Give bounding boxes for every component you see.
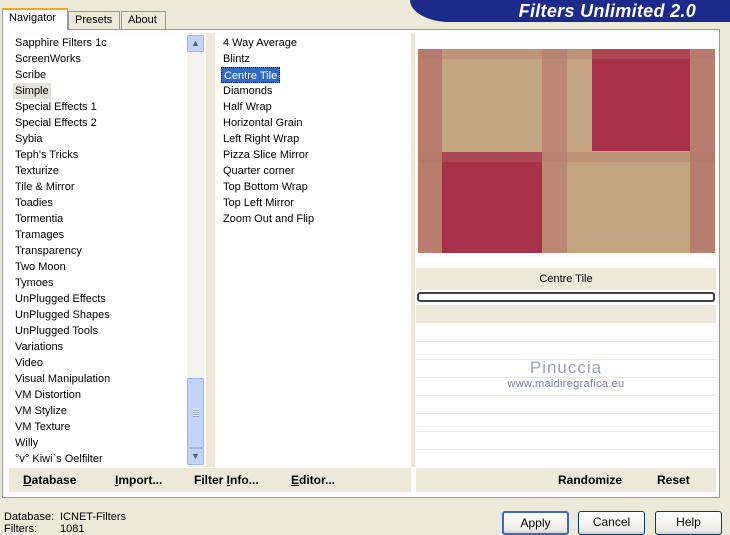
category-list[interactable]: Sapphire Filters 1c ScreenWorks Scribe Simp… xyxy=(9,33,205,467)
tab-about[interactable]: About xyxy=(121,11,166,29)
watermark-name: Pinuccia xyxy=(529,358,603,377)
tab-navigator[interactable]: Navigator xyxy=(2,8,68,30)
filter-item[interactable]: 4 Way Average xyxy=(221,35,299,51)
cancel-button[interactable]: Cancel xyxy=(578,511,645,535)
filter-list[interactable]: 4 Way Average Blintz Centre Tile Diamonds Ha… xyxy=(216,33,411,467)
editor-accel: E xyxy=(291,473,300,487)
preview-divider xyxy=(411,33,415,467)
category-item[interactable]: Variations xyxy=(13,339,65,355)
tab-presets[interactable]: Presets xyxy=(68,11,120,29)
app-banner: Filters Unlimited 2.0 xyxy=(410,0,730,22)
scroll-down-arrow-icon[interactable]: ▼ xyxy=(187,448,204,465)
apply-button[interactable]: Apply xyxy=(502,511,569,535)
category-scrollbar[interactable]: ▲ ▼ xyxy=(187,33,204,467)
preview-lower-band xyxy=(418,152,715,162)
preview-upper-band xyxy=(418,49,715,59)
category-item[interactable]: VM Distortion xyxy=(13,387,83,403)
list-divider xyxy=(206,33,215,467)
import-button[interactable]: Import... xyxy=(115,473,162,487)
category-item[interactable]: Tile & Mirror xyxy=(13,179,76,195)
category-item[interactable]: Video xyxy=(13,355,45,371)
category-item[interactable]: Two Moon xyxy=(13,259,68,275)
preview-top-right-block xyxy=(592,49,690,151)
filter-item[interactable]: Left Right Wrap xyxy=(221,131,301,147)
category-item[interactable]: Tramages xyxy=(13,227,66,243)
filter-info-prefix: Filter xyxy=(194,473,227,487)
param-band xyxy=(416,305,716,323)
status-database-value: ICNET-Filters xyxy=(60,511,126,523)
status-database: Database: ICNET-Filters xyxy=(4,511,126,523)
category-item[interactable]: VM Stylize xyxy=(13,403,69,419)
filter-item[interactable]: Blintz xyxy=(221,51,252,67)
category-item[interactable]: Toadies xyxy=(13,195,55,211)
param-row-line xyxy=(416,413,716,414)
database-rest: atabase xyxy=(31,473,77,487)
param-row-line xyxy=(416,395,716,396)
filter-item[interactable]: Zoom Out and Flip xyxy=(221,211,316,227)
grip-icon xyxy=(193,409,199,417)
category-item[interactable]: Special Effects 1 xyxy=(13,99,99,115)
progress-bar xyxy=(417,292,715,302)
preview-strip-right xyxy=(690,49,715,253)
selected-filter-name: Centre Tile xyxy=(416,268,716,290)
category-item[interactable]: UnPlugged Tools xyxy=(13,323,100,339)
preview-pattern xyxy=(418,49,715,253)
category-item[interactable]: UnPlugged Effects xyxy=(13,291,108,307)
category-item[interactable]: °v° Kiwi`s Oelfilter xyxy=(13,451,105,467)
filter-item[interactable]: Diamonds xyxy=(221,83,275,99)
filter-info-rest: nfo... xyxy=(230,473,259,487)
category-item[interactable]: Visual Manipulation xyxy=(13,371,112,387)
category-item[interactable]: Scribe xyxy=(13,67,48,83)
left-toolbar: Database Import... Filter Info... Editor… xyxy=(9,468,411,492)
category-item[interactable]: Sybia xyxy=(13,131,45,147)
reset-button[interactable]: Reset xyxy=(657,473,690,487)
status-filters-label: Filters: xyxy=(4,523,37,535)
param-row-line xyxy=(416,341,716,342)
category-item[interactable]: Transparency xyxy=(13,243,84,259)
database-accel: D xyxy=(23,473,32,487)
filter-item[interactable]: Top Left Mirror xyxy=(221,195,296,211)
app-title: Filters Unlimited 2.0 xyxy=(518,1,696,21)
filter-item[interactable]: Pizza Slice Mirror xyxy=(221,147,311,163)
scroll-up-arrow-icon[interactable]: ▲ xyxy=(187,35,204,52)
filter-info-button[interactable]: Filter Info... xyxy=(194,473,259,487)
status-filters: Filters: 1081 xyxy=(4,523,84,535)
filter-item[interactable]: Top Bottom Wrap xyxy=(221,179,310,195)
param-row-line xyxy=(416,431,716,432)
preview-center-block xyxy=(442,152,542,253)
filter-item[interactable]: Horizontal Grain xyxy=(221,115,304,131)
filter-item[interactable]: Quarter corner xyxy=(221,163,297,179)
category-item[interactable]: Special Effects 2 xyxy=(13,115,99,131)
category-item[interactable]: ScreenWorks xyxy=(13,51,83,67)
preview-image xyxy=(418,49,715,253)
category-item[interactable]: Tormentia xyxy=(13,211,65,227)
status-filters-value: 1081 xyxy=(60,523,85,535)
category-item[interactable]: Sapphire Filters 1c xyxy=(13,35,109,51)
category-item[interactable]: Willy xyxy=(13,435,40,451)
category-item[interactable]: Simple xyxy=(13,83,51,99)
param-row-line xyxy=(416,449,716,450)
import-rest: mport... xyxy=(118,473,163,487)
randomize-button[interactable]: Randomize xyxy=(558,473,622,487)
category-item[interactable]: UnPlugged Shapes xyxy=(13,307,112,323)
category-item[interactable]: Teph's Tricks xyxy=(13,147,80,163)
preview-strip-left xyxy=(418,49,442,253)
right-toolbar: Randomize Reset xyxy=(416,468,716,492)
scroll-thumb[interactable] xyxy=(187,378,204,448)
database-button[interactable]: Database xyxy=(23,473,76,487)
preview-strip-mid xyxy=(542,49,567,253)
filter-item[interactable]: Half Wrap xyxy=(221,99,274,115)
status-database-label: Database: xyxy=(4,511,55,523)
editor-button[interactable]: Editor... xyxy=(291,473,335,487)
category-item[interactable]: VM Texture xyxy=(13,419,72,435)
watermark-url: www.maidiregrafica.eu xyxy=(507,378,625,390)
help-button[interactable]: Help xyxy=(655,511,722,535)
category-item[interactable]: Tymoes xyxy=(13,275,56,291)
category-item[interactable]: Texturize xyxy=(13,163,61,179)
filter-item[interactable]: Centre Tile xyxy=(221,67,281,83)
editor-rest: ditor... xyxy=(299,473,336,487)
